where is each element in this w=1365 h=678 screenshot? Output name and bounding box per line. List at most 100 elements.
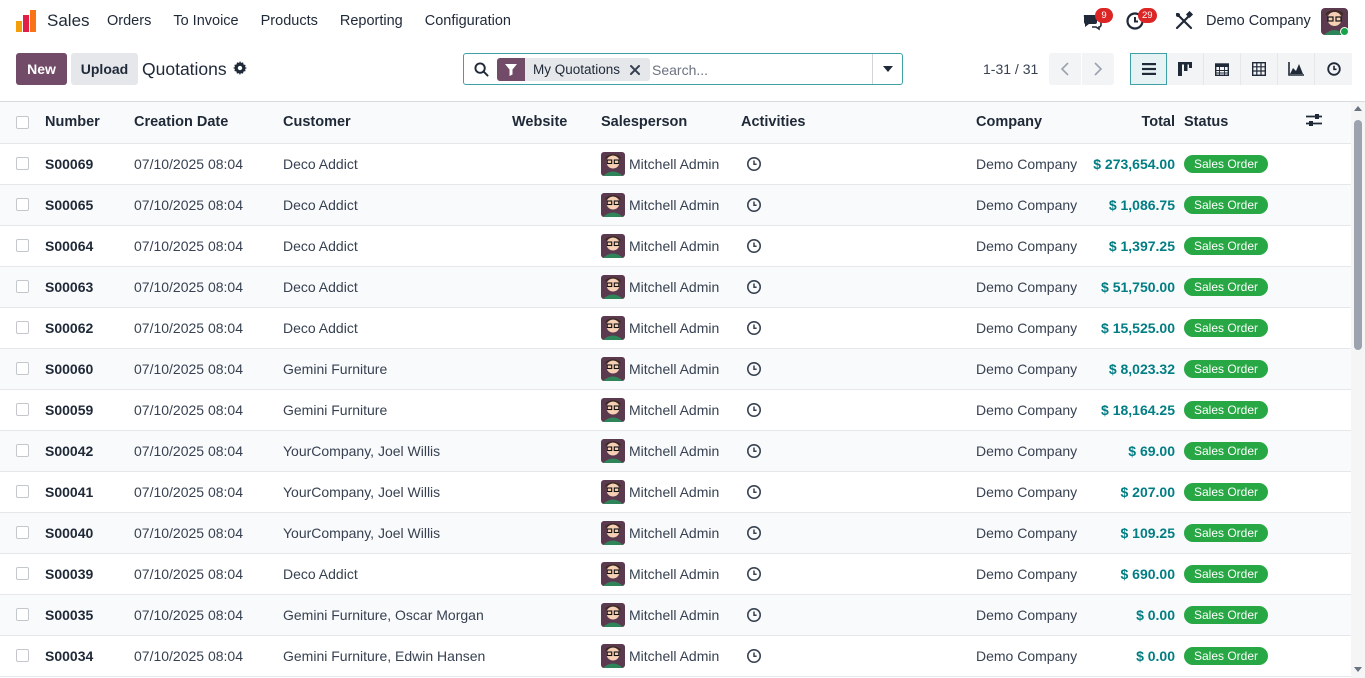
activities-cell[interactable] — [741, 225, 976, 267]
activity-clock-icon[interactable] — [746, 402, 762, 418]
company-switcher[interactable]: Demo Company — [1206, 13, 1311, 29]
activities-cell[interactable] — [741, 430, 976, 472]
view-kanban-button[interactable] — [1167, 53, 1204, 85]
activity-clock-icon[interactable] — [746, 279, 762, 295]
table-row[interactable]: S00063 07/10/2025 08:04 Deco Addict Mitchel… — [0, 266, 1351, 308]
new-button[interactable]: New — [16, 53, 67, 85]
table-row[interactable]: S00065 07/10/2025 08:04 Deco Addict Mitchel… — [0, 184, 1351, 226]
activity-clock-icon[interactable] — [746, 443, 762, 459]
column-header-customer[interactable]: Customer — [283, 102, 512, 144]
table-row[interactable]: S00069 07/10/2025 08:04 Deco Addict Mitchel… — [0, 143, 1351, 185]
search-icon[interactable] — [474, 62, 489, 77]
table-row[interactable]: S00034 07/10/2025 08:04 Gemini Furniture, … — [0, 635, 1351, 677]
row-checkbox[interactable] — [16, 280, 29, 293]
table-row[interactable]: S00039 07/10/2025 08:04 Deco Addict Mitchel… — [0, 553, 1351, 595]
column-header-company[interactable]: Company — [976, 102, 1086, 144]
pager-value[interactable]: 1-31 / 31 — [983, 61, 1038, 77]
row-checkbox[interactable] — [16, 649, 29, 662]
activity-clock-icon[interactable] — [746, 648, 762, 664]
activities-cell[interactable] — [741, 594, 976, 636]
menu-item-reporting[interactable]: Reporting — [340, 13, 403, 29]
row-checkbox[interactable] — [16, 403, 29, 416]
table-row[interactable]: S00059 07/10/2025 08:04 Gemini Furniture Mi… — [0, 389, 1351, 431]
gear-icon[interactable] — [233, 61, 247, 75]
activities-cell[interactable] — [741, 307, 976, 349]
row-select-cell[interactable] — [0, 143, 45, 185]
row-checkbox[interactable] — [16, 157, 29, 170]
scroll-up-arrow[interactable] — [1354, 106, 1362, 111]
activities-cell[interactable] — [741, 389, 976, 431]
row-select-cell[interactable] — [0, 430, 45, 472]
scroll-down-arrow[interactable] — [1354, 667, 1362, 672]
search-options-toggle[interactable] — [872, 54, 902, 84]
view-graph-button[interactable] — [1278, 53, 1315, 85]
activity-clock-icon[interactable] — [746, 156, 762, 172]
table-row[interactable]: S00062 07/10/2025 08:04 Deco Addict Mitchel… — [0, 307, 1351, 349]
table-row[interactable]: S00041 07/10/2025 08:04 YourCompany, Joel … — [0, 471, 1351, 513]
select-all-checkbox[interactable] — [16, 115, 29, 129]
activity-clock-icon[interactable] — [746, 238, 762, 254]
row-select-cell[interactable] — [0, 225, 45, 267]
row-select-cell[interactable] — [0, 266, 45, 308]
activity-clock-icon[interactable] — [746, 566, 762, 582]
row-checkbox[interactable] — [16, 526, 29, 539]
activities-cell[interactable] — [741, 471, 976, 513]
table-row[interactable]: S00060 07/10/2025 08:04 Gemini Furniture Mi… — [0, 348, 1351, 390]
table-row[interactable]: S00064 07/10/2025 08:04 Deco Addict Mitchel… — [0, 225, 1351, 267]
row-checkbox[interactable] — [16, 321, 29, 334]
row-select-cell[interactable] — [0, 635, 45, 677]
column-header-total[interactable]: Total — [1086, 102, 1184, 144]
column-header-salesperson[interactable]: Salesperson — [601, 102, 741, 144]
row-checkbox[interactable] — [16, 444, 29, 457]
row-select-cell[interactable] — [0, 348, 45, 390]
search-input[interactable] — [652, 58, 867, 81]
view-pivot-button[interactable] — [1241, 53, 1278, 85]
column-header-status[interactable]: Status — [1184, 102, 1306, 144]
close-icon[interactable] — [628, 63, 642, 77]
activities-cell[interactable] — [741, 266, 976, 308]
column-header-creation-date[interactable]: Creation Date — [134, 102, 283, 144]
activities-cell[interactable] — [741, 143, 976, 185]
sales-app-icon[interactable] — [14, 9, 38, 33]
view-list-button[interactable] — [1130, 53, 1167, 85]
scrollbar-thumb[interactable] — [1354, 120, 1362, 350]
row-select-cell[interactable] — [0, 553, 45, 595]
view-activity-button[interactable] — [1315, 53, 1352, 85]
activity-clock-icon[interactable] — [746, 361, 762, 377]
menu-item-products[interactable]: Products — [261, 13, 318, 29]
app-name[interactable]: Sales — [47, 11, 90, 31]
tools-icon[interactable] — [1174, 11, 1194, 31]
menu-item-configuration[interactable]: Configuration — [425, 13, 511, 29]
view-calendar-button[interactable] — [1204, 53, 1241, 85]
row-select-cell[interactable] — [0, 471, 45, 513]
activities-cell[interactable] — [741, 348, 976, 390]
table-row[interactable]: S00035 07/10/2025 08:04 Gemini Furniture, … — [0, 594, 1351, 636]
row-select-cell[interactable] — [0, 307, 45, 349]
activities-cell[interactable] — [741, 184, 976, 226]
column-header-website[interactable]: Website — [512, 102, 601, 144]
row-select-cell[interactable] — [0, 184, 45, 226]
menu-item-orders[interactable]: Orders — [107, 13, 151, 29]
activity-clock-icon[interactable] — [746, 484, 762, 500]
activities-cell[interactable] — [741, 635, 976, 677]
row-checkbox[interactable] — [16, 608, 29, 621]
vertical-scrollbar[interactable] — [1351, 102, 1365, 678]
row-checkbox[interactable] — [16, 198, 29, 211]
activity-clock-icon[interactable] — [746, 320, 762, 336]
activities-cell[interactable] — [741, 553, 976, 595]
optional-columns-toggle[interactable] — [1306, 102, 1351, 144]
activity-clock-icon[interactable] — [746, 607, 762, 623]
row-select-cell[interactable] — [0, 594, 45, 636]
activity-clock-icon[interactable] — [746, 525, 762, 541]
column-header-number[interactable]: Number — [45, 102, 134, 144]
menu-item-to-invoice[interactable]: To Invoice — [173, 13, 238, 29]
row-checkbox[interactable] — [16, 485, 29, 498]
row-select-cell[interactable] — [0, 512, 45, 554]
select-all-cell[interactable] — [0, 102, 45, 144]
pager-previous-button[interactable] — [1049, 53, 1081, 85]
column-header-activities[interactable]: Activities — [741, 102, 976, 144]
sliders-icon[interactable] — [1306, 113, 1322, 127]
table-row[interactable]: S00040 07/10/2025 08:04 YourCompany, Joel … — [0, 512, 1351, 554]
row-checkbox[interactable] — [16, 362, 29, 375]
row-select-cell[interactable] — [0, 389, 45, 431]
